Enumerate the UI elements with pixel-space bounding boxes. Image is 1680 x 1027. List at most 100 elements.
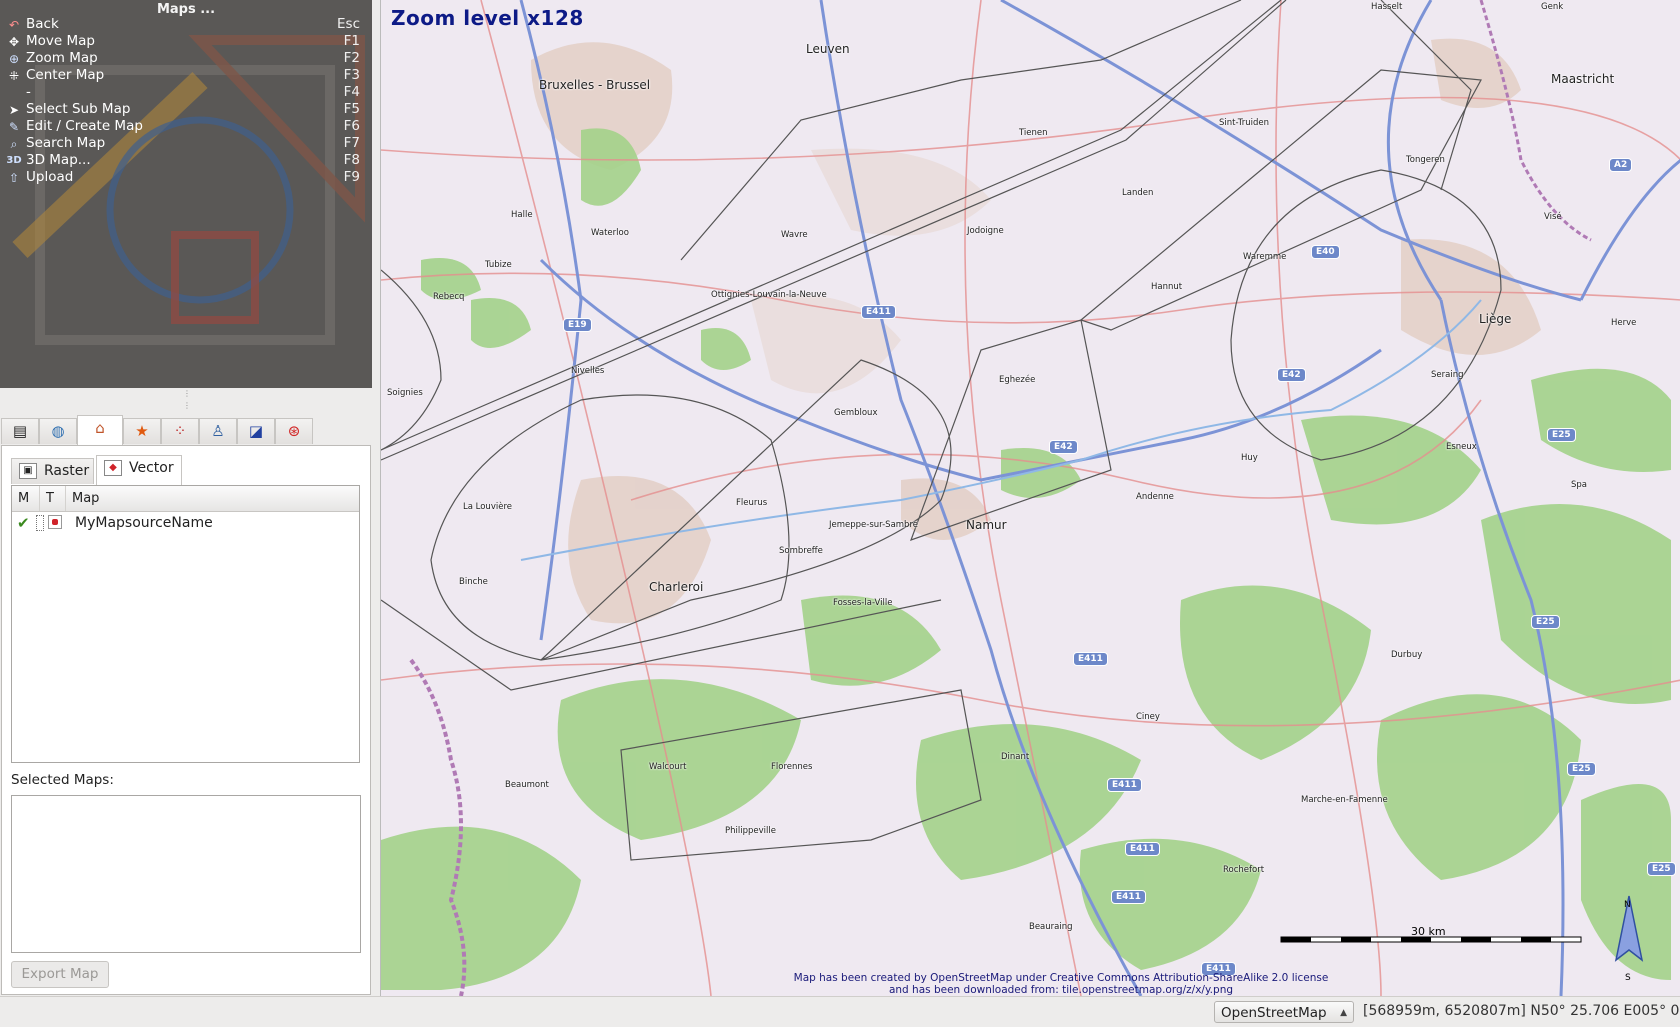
upload-icon: ⇧: [8, 171, 20, 185]
export-map-button[interactable]: Export Map: [11, 961, 109, 988]
road-shield: E411: [1111, 890, 1146, 904]
map-list-header: M T Map: [12, 486, 359, 512]
map-list-icon: ▤: [12, 422, 28, 440]
place-label: Bruxelles - Brussel: [539, 78, 651, 92]
raster-icon: ▣: [19, 463, 37, 479]
place-label: Eghezée: [999, 375, 1036, 385]
zoom-icon: ⊕: [8, 52, 20, 66]
tool-tab-bar: ▤ ◍ ⌂ ★ ⁘ ♙ ◪ ⊛: [1, 415, 371, 446]
menu-move-map[interactable]: ✥ Move Map F1: [4, 33, 364, 50]
tab-globe[interactable]: ◍: [39, 418, 77, 444]
tab-waypoints[interactable]: ⁘: [161, 418, 199, 444]
place-label: Fleurus: [736, 498, 768, 508]
chevron-updown-icon: ▲: [1340, 1008, 1347, 1018]
place-label: Dinant: [1001, 752, 1030, 762]
place-label: Visé: [1544, 212, 1562, 222]
tab-maps-tool[interactable]: ⌂: [77, 415, 123, 446]
globe-icon: ◍: [51, 422, 65, 440]
tab-raster[interactable]: ▣ Raster: [11, 458, 94, 484]
3d-icon: 3D: [6, 155, 22, 166]
road-shield: E411: [1125, 842, 1160, 856]
road-shield: E25: [1547, 428, 1576, 442]
place-label: Huy: [1241, 453, 1258, 463]
menu-zoom-map[interactable]: ⊕ Zoom Map F2: [4, 50, 364, 67]
road-shield: E411: [1073, 652, 1108, 666]
road-shield: E42: [1049, 440, 1078, 454]
place-label: Landen: [1122, 188, 1154, 198]
tab-vector[interactable]: ◆ Vector: [96, 455, 182, 486]
road-shield: E411: [861, 305, 896, 319]
place-label: Gembloux: [834, 408, 878, 418]
place-label: Andenne: [1136, 492, 1174, 502]
menu-select-sub-map[interactable]: ➤ Select Sub Map F5: [4, 101, 364, 118]
place-label: Tienen: [1019, 128, 1048, 138]
column-m[interactable]: M: [12, 486, 40, 511]
menu-search-map[interactable]: ⌕ Search Map F7: [4, 135, 364, 152]
place-label: Hannut: [1151, 282, 1183, 292]
road-shield: E42: [1277, 368, 1306, 382]
table-row[interactable]: ✔ MyMapsourceName: [12, 513, 359, 533]
column-t[interactable]: T: [40, 486, 66, 511]
place-label: Hasselt: [1371, 2, 1403, 12]
menu-separator-item[interactable]: - F4: [4, 84, 364, 101]
maps-menu-panel: Maps ... ↶ Back Esc ✥ Move Map F1 ⊕ Zoom…: [0, 0, 372, 388]
center-icon: ⁜: [8, 69, 20, 83]
menu-title: Maps ...: [156, 2, 216, 17]
tab-favorites[interactable]: ★: [123, 418, 161, 444]
place-label: Sint-Truiden: [1219, 118, 1269, 128]
menu-edit-create-map[interactable]: ✎ Edit / Create Map F6: [4, 118, 364, 135]
menu-center-map[interactable]: ⁜ Center Map F3: [4, 67, 364, 84]
tab-gps[interactable]: ◪: [237, 418, 275, 444]
map-row-separator: [36, 515, 44, 531]
place-label: Durbuy: [1391, 650, 1423, 660]
place-label: Maastricht: [1551, 72, 1615, 86]
place-label: Nivelles: [571, 366, 605, 376]
selected-maps-label: Selected Maps:: [11, 772, 114, 788]
scale-label: 30 km: [1411, 925, 1446, 938]
map-enabled-checkbox[interactable]: ✔: [17, 515, 33, 531]
attribution-line-1: Map has been created by OpenStreetMap un…: [793, 972, 1329, 984]
cursor-coordinates: [568959m, 6520807m] N50° 25.706 E005° 06…: [1363, 1003, 1680, 1019]
edit-icon: ✎: [8, 120, 20, 134]
road-shield: E40: [1311, 245, 1340, 259]
menu-upload[interactable]: ⇧ Upload F9: [4, 169, 364, 186]
tab-target[interactable]: ⊛: [275, 418, 313, 444]
place-label: Rebecq: [433, 292, 465, 302]
place-label: Marche-en-Famenne: [1301, 795, 1388, 805]
column-map[interactable]: Map: [66, 486, 359, 511]
map-source-select[interactable]: OpenStreetMap ▲: [1214, 1001, 1354, 1023]
place-label: Namur: [966, 518, 1007, 532]
attribution-line-2: and has been downloaded from: tile.opens…: [888, 984, 1234, 996]
place-label: Waremme: [1243, 252, 1287, 262]
road-shield: E25: [1531, 615, 1560, 629]
place-label: Rochefort: [1223, 865, 1265, 875]
tab-person[interactable]: ♙: [199, 418, 237, 444]
map-attribution: Map has been created by OpenStreetMap un…: [711, 972, 1411, 996]
map-canvas[interactable]: N S Leuven Bruxelles - Brussel Maastricht L…: [380, 0, 1680, 996]
maps-tool-icon: ⌂: [95, 419, 105, 437]
place-label: Herve: [1611, 318, 1637, 328]
place-label: Liège: [1479, 312, 1512, 326]
place-label: Beauraing: [1029, 922, 1073, 932]
place-label: Waterloo: [591, 228, 629, 238]
place-label: Halle: [511, 210, 533, 220]
menu-3d-map[interactable]: 3D 3D Map... F8: [4, 152, 364, 169]
move-icon: ✥: [8, 35, 20, 49]
target-icon: ⊛: [287, 422, 301, 440]
splitter-handle[interactable]: ⋮ ⋮: [183, 388, 191, 414]
road-shield: A2: [1609, 158, 1633, 172]
place-label: Tongeren: [1406, 155, 1445, 165]
tab-map-list[interactable]: ▤: [1, 418, 39, 444]
road-shield: E25: [1647, 862, 1676, 876]
place-label: Jemeppe-sur-Sambre: [829, 520, 918, 530]
map-type-tabs: ▣ Raster ◆ Vector: [11, 455, 361, 486]
place-label: Soignies: [387, 388, 423, 398]
compass-north-label: N: [1624, 900, 1631, 910]
place-label: Charleroi: [649, 580, 704, 594]
menu-back[interactable]: ↶ Back Esc: [4, 16, 364, 33]
zoom-level-label: Zoom level x128: [391, 6, 584, 30]
road-shield: E25: [1567, 762, 1596, 776]
place-label: Binche: [459, 577, 488, 587]
place-label: La Louvière: [463, 502, 512, 512]
selected-maps-list[interactable]: [11, 795, 361, 953]
